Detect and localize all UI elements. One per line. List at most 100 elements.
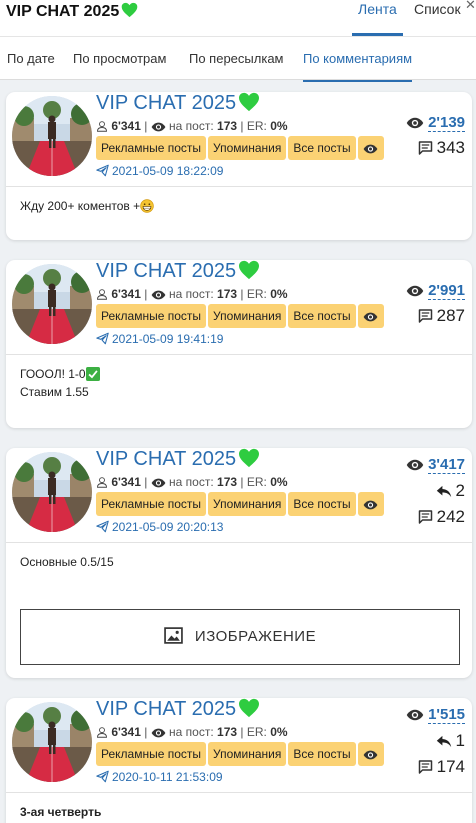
ad-posts-button[interactable]: Рекламные посты [96,492,207,516]
channel-stats: 6'341 | на пост: 173 | ER: 0% [96,725,288,739]
subscribers-icon [96,288,108,300]
views-metric[interactable]: 2'139 [406,114,465,132]
post-body: Основные 0.5/15 [6,543,472,581]
post-timestamp[interactable]: 2021-05-09 20:20:13 [96,520,223,534]
channel-stats: 6'341 | на пост: 173 | ER: 0% [96,475,288,489]
channel-avatar[interactable] [12,96,92,176]
subscribers-count: 6'341 [111,475,141,489]
comments-metric: 174 [418,757,465,777]
channel-avatar[interactable] [12,702,92,782]
close-icon[interactable]: ✕ [465,0,476,13]
all-posts-button[interactable]: Все посты [288,136,356,160]
post-actions: Рекламные посты Упоминания Все посты [96,136,386,160]
post-body: ГОООЛ! 1-0 Ставим 1.55 [6,355,472,411]
tab-feed[interactable]: Лента [352,1,403,36]
views-count: 2'991 [428,282,465,300]
views-metric[interactable]: 1'515 [406,706,465,724]
all-posts-button[interactable]: Все посты [288,492,356,516]
views-metric[interactable]: 2'991 [406,282,465,300]
eye-icon [363,312,378,322]
eye-icon [363,750,378,760]
all-posts-button[interactable]: Все посты [288,742,356,766]
comments-icon [418,510,433,524]
channel-title[interactable]: VIP CHAT 2025 [96,260,260,283]
comments-count: 242 [436,507,465,526]
top-bar: VIP CHAT 2025 Лента Список ✕ [0,0,476,36]
view-post-button[interactable] [357,492,384,516]
post-text-line: Жду 200+ коментов + [20,199,141,213]
post-body: 3-ая четверть [6,793,472,823]
reach-label: на пост: [169,475,214,489]
reply-icon [436,735,452,748]
post-header: VIP CHAT 2025 6'341 | на пост: 173 | ER:… [6,698,472,793]
post-timestamp[interactable]: 2020-10-11 21:53:09 [96,770,223,784]
forwards-metric: 1 [436,731,465,751]
er-label: ER: [246,287,267,301]
image-placeholder[interactable]: ИЗОБРАЖЕНИЕ [20,609,460,665]
eye-icon [151,290,166,300]
view-post-button[interactable] [357,304,384,328]
reach-label: на пост: [169,287,214,301]
forwards-metric: 2 [436,481,465,501]
forwards-count: 2 [455,481,465,500]
eye-icon [406,285,424,297]
channel-title[interactable]: VIP CHAT 2025 [96,448,260,471]
sort-by-forwards[interactable]: По пересылкам [189,51,284,66]
eye-icon [406,117,424,129]
reach-label: на пост: [169,119,214,133]
app-title-text: VIP CHAT 2025 [6,3,120,20]
reply-icon [436,485,452,498]
ad-posts-button[interactable]: Рекламные посты [96,742,207,766]
post-text: Жду 200+ коментов + [20,197,458,215]
er-label: ER: [246,725,267,739]
channel-title[interactable]: VIP CHAT 2025 [96,92,260,115]
all-posts-button[interactable]: Все посты [288,304,356,328]
channel-name: VIP CHAT 2025 [96,448,237,470]
er-value: 0% [270,287,288,301]
er-value: 0% [270,725,288,739]
sort-by-comments[interactable]: По комментариям [303,51,413,82]
mentions-button[interactable]: Упоминания [208,492,287,516]
post-header: VIP CHAT 2025 6'341 | на пост: 173 | ER:… [6,92,472,187]
subscribers-icon [96,120,108,132]
green-heart-icon [121,2,138,18]
views-count: 1'515 [428,706,465,724]
post-timestamp[interactable]: 2021-05-09 19:41:19 [96,332,223,346]
comments-icon [418,309,433,323]
views-count: 3'417 [428,456,465,474]
post-text-line: Ставим 1.55 [20,385,89,399]
mentions-button[interactable]: Упоминания [208,742,287,766]
mentions-button[interactable]: Упоминания [208,136,287,160]
post-timestamp[interactable]: 2021-05-09 18:22:09 [96,164,223,178]
er-value: 0% [270,119,288,133]
eye-icon [363,144,378,154]
view-post-button[interactable] [357,742,384,766]
eye-icon [151,122,166,132]
comments-metric: 287 [418,306,465,326]
channel-avatar[interactable] [12,264,92,344]
tab-list[interactable]: Список [414,1,461,36]
reach-value: 173 [217,287,238,301]
green-heart-icon [238,260,260,280]
eye-icon [406,459,424,471]
channel-title[interactable]: VIP CHAT 2025 [96,698,260,721]
post-actions: Рекламные посты Упоминания Все посты [96,304,386,328]
post-text: ГОООЛ! 1-0 [20,365,458,383]
channel-avatar[interactable] [12,452,92,532]
forwards-count: 1 [455,731,465,750]
post-text-line: ГОООЛ! 1-0 [20,367,86,381]
check-mark-icon [86,367,100,381]
views-metric[interactable]: 3'417 [406,456,465,474]
telegram-icon [96,770,109,783]
sort-by-views[interactable]: По просмотрам [73,51,166,66]
view-post-button[interactable] [357,136,384,160]
post-actions: Рекламные посты Упоминания Все посты [96,492,386,516]
post-text: Основные 0.5/15 [20,553,458,571]
ad-posts-button[interactable]: Рекламные посты [96,304,207,328]
eye-icon [151,478,166,488]
sort-by-date[interactable]: По дате [7,51,55,66]
reach-value: 173 [217,475,238,489]
mentions-button[interactable]: Упоминания [208,304,287,328]
subscribers-icon [96,476,108,488]
ad-posts-button[interactable]: Рекламные посты [96,136,207,160]
